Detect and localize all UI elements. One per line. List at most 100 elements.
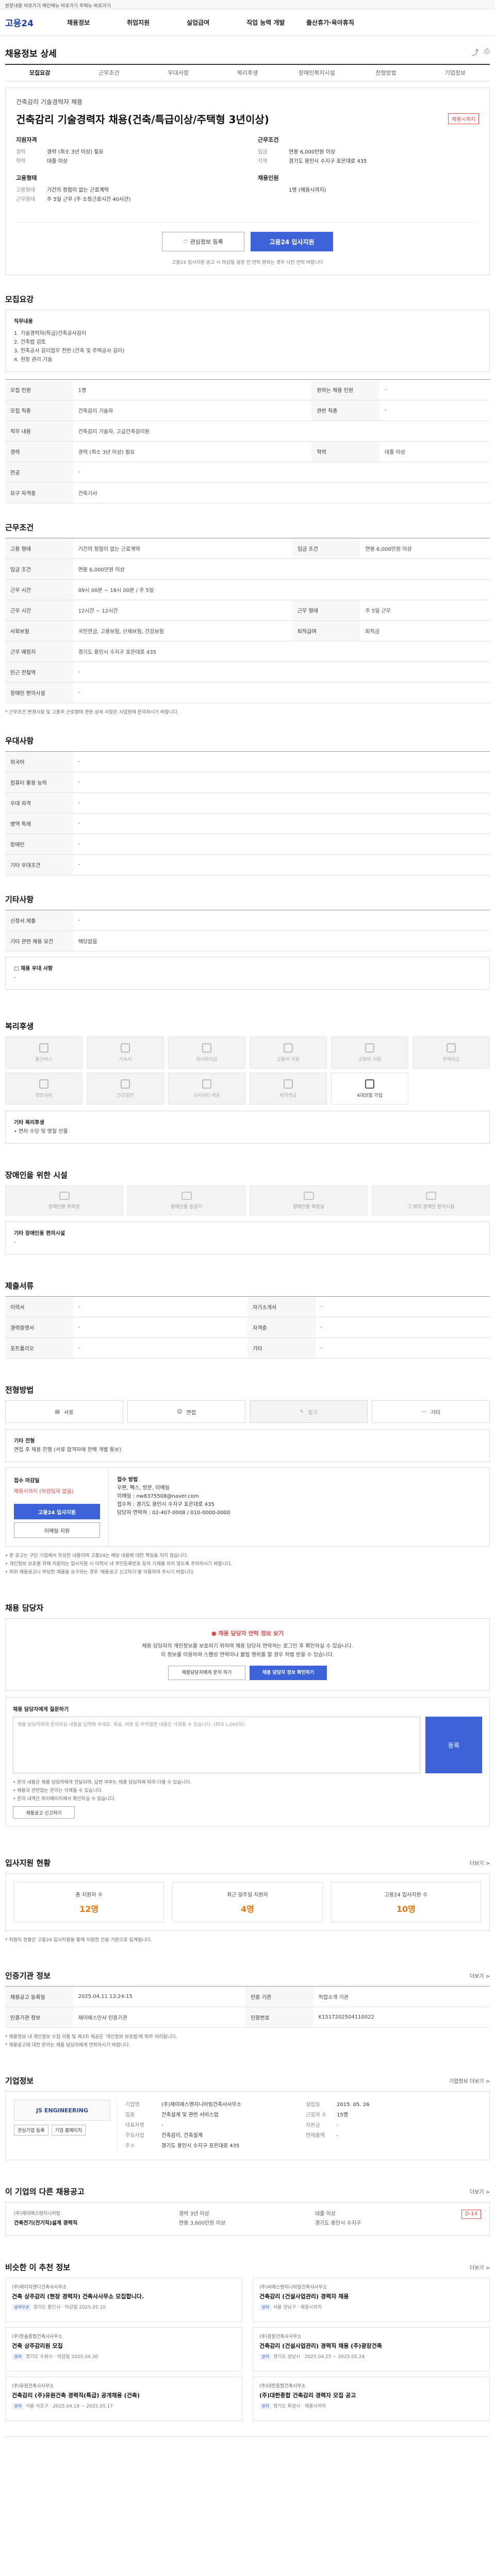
recommend-card[interactable]: (주)씨에스엔지니어링건축사사무소 건축감리 (건설사업관리) 경력자 채용 경… <box>253 2278 490 2322</box>
recommend-card[interactable]: (주)유원건축사사무소 건축감리 (주)유원건축 경력직(특급) 공개채용 (건… <box>5 2377 242 2421</box>
more-link[interactable]: 기업정보 더보기 > <box>449 2077 490 2084</box>
more-link[interactable]: 더보기 > <box>470 1859 490 1867</box>
transport-icon <box>284 1043 293 1053</box>
stat-card: 최근 일주일 지원자 4명 <box>172 1882 323 1922</box>
welfare-item: 퇴직연금 <box>250 1073 327 1105</box>
apply-button[interactable]: 고용24 입사지원 <box>251 232 333 251</box>
heart-icon: ♡ <box>183 238 190 245</box>
menu-training[interactable]: 직업 능력 개발 <box>246 18 306 27</box>
method-item: ✎ 필기 <box>250 1400 368 1423</box>
disabled-item: 장애인용 화장실 <box>250 1185 368 1215</box>
summary-value: 대졸 이상 <box>47 159 68 164</box>
method-notes: • 본 공고는 구인 기업에서 작성한 내용이며 고용24는 해당 내용에 대한… <box>5 1552 490 1577</box>
table-row: 병역 특례 - <box>5 813 490 834</box>
summary-grid: 지원자격 경력 경력 (최소 3년 이상) 필요 학력 대졸 이상 근무조건 임금 연… <box>16 135 479 212</box>
tab-recruit[interactable]: 모집요강 <box>5 65 74 81</box>
section-title: 복리후생 <box>5 1022 34 1031</box>
school-icon <box>202 1043 211 1053</box>
apply-line: 우편, 팩스, 방문, 이메일 <box>117 1485 170 1491</box>
section-title: 입사지원 현황 더보기 > <box>5 1858 490 1868</box>
alert-icon: ● <box>211 1630 219 1637</box>
summary-heading: 채용인원 <box>258 175 279 181</box>
other-company: (주)제이에스엔지니어링 <box>14 2211 60 2216</box>
welfare-item: 교통비 지원 <box>250 1037 327 1069</box>
more-link[interactable]: 더보기 > <box>470 2188 490 2195</box>
docs-table: 이력서 - 자기소개서 - 경력증명서 - 자격증 - 포트폴리오 - 기타 - <box>5 1296 490 1359</box>
apply-online-button[interactable]: 고용24 입사지원 <box>14 1504 100 1519</box>
menu-jobs[interactable]: 채용정보 <box>67 18 127 27</box>
company-logo: JS ENGINEERING <box>14 2100 110 2121</box>
welfare-item: 4대보험 가입 <box>331 1073 408 1105</box>
disabled-grid: 장애인용 주차장 장애인용 승강기 장애인용 화장실 그 밖의 장애인 편의시설 <box>5 1185 490 1215</box>
table-row: 포트폴리오 - 기타 - <box>5 1337 490 1359</box>
disabled-etc: 기타 장애인용 편의시설 - <box>5 1222 490 1255</box>
summary-key: 경력 <box>16 149 26 155</box>
skip-links[interactable]: 본문내용 바로가기 메인메뉴 바로가기 주메뉴 바로가기 <box>0 0 495 9</box>
welfare-item: 통근버스 <box>5 1037 82 1069</box>
menu-leave[interactable]: 출산휴가·육아휴직 <box>306 18 366 27</box>
more-link[interactable]: 더보기 > <box>470 1972 490 1979</box>
education-icon <box>365 1043 374 1053</box>
company-info: 기업명 (주)제이에스엔지니어링건축사사무소 설립일 2015. 05. 26 업종 건… <box>125 2102 370 2149</box>
disabled-etc-heading: 기타 장애인용 편의시설 <box>14 1231 65 1236</box>
apply-line: 담당자 연락처 : 02-407-0008 / 010-0000-0000 <box>117 1510 230 1516</box>
company-homepage-button[interactable]: 기업 홈페이지 <box>51 2125 86 2136</box>
tab-prefer[interactable]: 우대사항 <box>144 65 213 81</box>
tab-work[interactable]: 근무조건 <box>74 65 143 81</box>
method-item: ⋯ 기타 <box>372 1400 490 1423</box>
view-contact-button[interactable]: 채용 담당자 정보 확인하기 <box>250 1666 327 1680</box>
apply-deadline: 접수 마감일 채용시까지 (마감일자 없음) 고용24 입사지원 이메일 지원 <box>6 1468 109 1546</box>
dday-badge: D-14 <box>461 2210 481 2219</box>
summary-key <box>258 186 289 195</box>
submit-question-button[interactable]: 등록 <box>425 1717 482 1773</box>
table-row: 고용 형태 기간의 정함이 없는 근로계약 임금 조건 연봉 6,000만원 이상 <box>5 538 490 559</box>
print-icon[interactable]: ⎙ <box>484 47 490 58</box>
stat-value: 4명 <box>241 1904 254 1914</box>
summary-key: 근무형태 <box>16 197 35 202</box>
menu-unemployment[interactable]: 실업급여 <box>187 18 246 27</box>
tab-method[interactable]: 전형방법 <box>351 65 420 81</box>
more-link[interactable]: 더보기 > <box>470 2263 490 2271</box>
summary-value: 경력 (최소 3년 이상) 필요 <box>47 149 104 155</box>
other-job-card[interactable]: (주)제이에스엔지니어링 건축전기(전기직)설계 경력직 경력 3년 이상 대졸… <box>5 2202 490 2236</box>
question-textarea[interactable]: 채용 담당자에게 문의하실 내용을 입력해 주세요. 욕설, 비방 등 부적절한… <box>13 1717 420 1773</box>
other-details: 경력 3년 이상 대졸 이상 연봉 3,600만원 이상 경기도 용인시 수지구 <box>179 2211 361 2226</box>
deadline-text: 채용시까지 (마감일자 없음) <box>14 1489 74 1495</box>
table-row: 사회보험 국민연금, 고용보험, 산재보험, 건강보험 퇴직급여 퇴직금 <box>5 620 490 641</box>
recruit-table: 모집 인원 1명 원하는 채용 인원 - 모집 직종 건축감리 기술자 관련 직종 - 직무… <box>5 379 490 503</box>
recommend-grid: (주)에이치엔디건축사사무소 건축 상주감리 (현장 경력자) 건축사사무소 모… <box>5 2278 490 2421</box>
follow-company-button[interactable]: 관심기업 등록 <box>14 2125 48 2136</box>
table-row: 근무 예정지 경기도 용인시 수지구 포은대로 435 <box>5 641 490 662</box>
table-row: 기타 관련 채용 요건 해당없음 <box>5 930 490 952</box>
summary-heading: 지원자격 <box>16 137 37 143</box>
contact-body: 채용 담당자의 개인정보를 보호하기 위하여 채용 담당자 연락처는 로그인 후… <box>142 1643 353 1649</box>
report-button[interactable]: 채용공고 신고하기 <box>13 1806 75 1819</box>
contact-warning: ● 채용 담당자 연락 정보 보기 <box>211 1630 284 1637</box>
company-box: JS ENGINEERING 관심기업 등록 기업 홈페이지 기업명 (주)제이에… <box>5 2091 490 2160</box>
recommend-card[interactable]: (주)한솔종합건축사사무소 건축 상주감리원 모집 경력 경기도 수원시 · 마감… <box>5 2327 242 2371</box>
gift-icon <box>39 1079 48 1089</box>
tab-disabled[interactable]: 장애인복지시설 <box>282 65 351 81</box>
table-row: 경력 경력 (최소 3년 이상) 필요 학력 대졸 이상 <box>5 441 490 462</box>
agency-notes: * 채용정보 내 개인정보 수집 이용 및 제3자 제공은 '개인정보 보호법'… <box>5 2033 490 2049</box>
section-title: 기업정보 기업정보 더보기 > <box>5 2076 490 2086</box>
summary-note: 고용24 입사지원 공고 시 마감일 설정 전 연락 원하는 경우 사전 연락 … <box>171 260 324 265</box>
menu-employment-support[interactable]: 취업지원 <box>127 18 187 27</box>
ask-recruiter-button[interactable]: 채용담당자에게 문의 하기 <box>168 1666 245 1680</box>
disabled-item: 그 밖의 장애인 편의시설 <box>372 1185 490 1215</box>
recommend-card[interactable]: (주)광장건축사사무소 건축감리 (건설사업관리) 경력직 채용 (주)광장건축… <box>253 2327 490 2371</box>
share-icon[interactable]: ⤴ <box>472 47 479 58</box>
email-apply-button[interactable]: 이메일 지원 <box>14 1522 100 1538</box>
stat-card: 총 지원자 수 12명 <box>14 1882 164 1922</box>
dorm-icon <box>121 1043 130 1053</box>
tab-welfare[interactable]: 복리후생 <box>213 65 282 81</box>
tab-company[interactable]: 기업정보 <box>421 65 490 81</box>
site-logo[interactable]: 고용24 <box>5 16 67 29</box>
recommend-card[interactable]: (주)에이치엔디건축사사무소 건축 상주감리 (현장 경력자) 건축사사무소 모… <box>5 2278 242 2322</box>
summary-value: 연봉 6,000만원 이상 <box>289 149 336 155</box>
save-interest-button[interactable]: ♡ 관심정보 등록 <box>162 232 244 251</box>
table-row: 임금 조건 연봉 6,000만원 이상 <box>5 558 490 580</box>
summary-value: 경기도 용인시 수지구 포은대로 435 <box>289 159 367 164</box>
apply-info: 접수 마감일 채용시까지 (마감일자 없음) 고용24 입사지원 이메일 지원 … <box>5 1467 490 1547</box>
recommend-card[interactable]: (주)대한종합건축사무소 (주)대한종합 건축감리 경력자 모집 공고 경력 경기… <box>253 2377 490 2421</box>
